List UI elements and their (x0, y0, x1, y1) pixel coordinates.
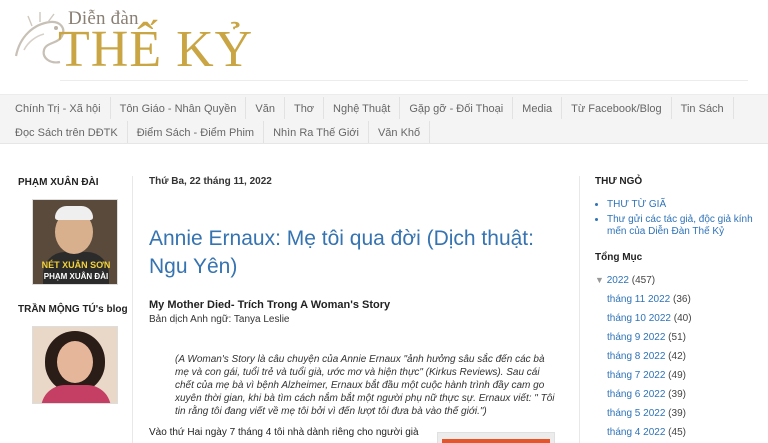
archive-month-count: (36) (673, 294, 691, 305)
archive-month-count: (39) (668, 389, 686, 400)
thu-ngo-list: THƯ TỪ GIÃ Thư gửi các tác giả, độc giả … (595, 199, 755, 238)
author-photo-tran-mong-tu[interactable] (32, 326, 118, 404)
post-title[interactable]: Annie Ernaux: Mẹ tôi qua đời (Dịch thuật… (149, 225, 564, 281)
archive-month-count: (39) (668, 408, 686, 419)
archive-month-link[interactable]: tháng 6 2022 (607, 389, 665, 400)
nav-item-tin-sach[interactable]: Tin Sách (672, 97, 734, 119)
site-header: Diễn đàn THẾ KỶ (0, 0, 768, 86)
archive-month: tháng 10 2022 (40) (607, 309, 755, 328)
nav-item-tho[interactable]: Thơ (285, 97, 325, 119)
post-subtitle: My Mother Died- Trích Trong A Woman's St… (149, 299, 391, 311)
nav-item-van[interactable]: Văn (246, 97, 285, 119)
archive-month-link[interactable]: tháng 5 2022 (607, 408, 665, 419)
archive-month-count: (40) (673, 313, 692, 324)
archive-year-2022: ▼ 2022 (457) (595, 275, 755, 286)
photo-caption-2: PHẠM XUÂN ĐÀI (43, 272, 109, 281)
logo-title[interactable]: THẾ KỶ (58, 22, 253, 78)
archive-month: tháng 6 2022 (39) (607, 385, 755, 404)
photo-hair (55, 206, 93, 220)
post-date: Thứ Ba, 22 tháng 11, 2022 (149, 176, 272, 187)
archive-month: tháng 8 2022 (42) (607, 347, 755, 366)
archive-month-link[interactable]: tháng 11 2022 (607, 294, 670, 305)
nav-row-1: Chính Trị - Xã hội Tôn Giáo - Nhân Quyền… (6, 97, 734, 121)
archive-month: tháng 7 2022 (49) (607, 366, 755, 385)
photo-face (57, 341, 93, 383)
archive-title: Tổng Mục (595, 252, 643, 263)
collapse-arrow-icon[interactable]: ▼ (595, 275, 604, 285)
nav-item-nghe-thuat[interactable]: Nghệ Thuật (324, 97, 401, 119)
nav-item-ton-giao[interactable]: Tôn Giáo - Nhân Quyền (111, 97, 247, 119)
archive-month-count: (51) (668, 332, 686, 343)
post-image-strip (442, 439, 550, 443)
archive-month-link[interactable]: tháng 10 2022 (607, 313, 671, 324)
archive-month-link[interactable]: tháng 7 2022 (607, 370, 665, 381)
thu-ngo-link-thu-tu-gia[interactable]: THƯ TỪ GIÃ (607, 199, 755, 211)
nav-item-facebook-blog[interactable]: Từ Facebook/Blog (562, 97, 672, 119)
nav-item-nhin-ra-the-gioi[interactable]: Nhìn Ra Thế Giới (264, 121, 369, 143)
column-divider-right (579, 176, 580, 443)
nav-item-gap-go[interactable]: Gặp gỡ - Đối Thoại (400, 97, 514, 119)
author-title-pham-xuan-dai: PHẠM XUÂN ĐÀI (18, 177, 99, 188)
post-main: Thứ Ba, 22 tháng 11, 2022 Annie Ernaux: … (149, 176, 564, 443)
nav-row-2: Đọc Sách trên DĐTK Điểm Sách - Điểm Phim… (6, 121, 431, 145)
post-body: Vào thứ Hai ngày 7 tháng 4 tôi nhà dành … (149, 427, 419, 438)
thu-ngo-link-thu-gui[interactable]: Thư gửi các tác giả, độc giả kính mến củ… (607, 214, 755, 238)
author-photo-pham-xuan-dai[interactable]: NÉT XUÂN SƠN PHẠM XUÂN ĐÀI (32, 199, 118, 285)
right-sidebar: THƯ NGỎ THƯ TỪ GIÃ Thư gửi các tác giả, … (595, 176, 755, 442)
column-divider-left (132, 176, 133, 443)
archive-month: tháng 11 2022 (36) (607, 290, 755, 309)
photo-body (41, 385, 111, 403)
archive-month-link[interactable]: tháng 4 2022 (607, 427, 665, 438)
left-sidebar: PHẠM XUÂN ĐÀI NÉT XUÂN SƠN PHẠM XUÂN ĐÀI… (18, 176, 128, 404)
archive-month-count: (42) (668, 351, 686, 362)
author-title-tran-mong-tu: TRẦN MỘNG TÚ's blog (18, 304, 128, 315)
archive-month-link[interactable]: tháng 9 2022 (607, 332, 665, 343)
archive-year-link[interactable]: 2022 (607, 275, 629, 286)
archive-month-count: (45) (668, 427, 686, 438)
archive-month-count: (49) (668, 370, 686, 381)
nav-item-chinh-tri[interactable]: Chính Trị - Xã hội (6, 97, 111, 119)
archive-month: tháng 4 2022 (45) (607, 423, 755, 442)
photo-caption-1: NÉT XUÂN SƠN (41, 260, 111, 270)
post-translator: Bản dịch Anh ngữ: Tanya Leslie (149, 314, 290, 325)
archive-year-count: (457) (631, 275, 656, 286)
archive-month: tháng 5 2022 (39) (607, 404, 755, 423)
nav-item-media[interactable]: Media (513, 97, 563, 119)
archive-month: tháng 9 2022 (51) (607, 328, 755, 347)
archive-months: tháng 11 2022 (36) tháng 10 2022 (40) th… (595, 290, 755, 442)
main-navigation: Chính Trị - Xã hội Tôn Giáo - Nhân Quyền… (0, 94, 768, 144)
post-image (437, 432, 555, 443)
nav-item-doc-sach[interactable]: Đọc Sách trên DĐTK (6, 121, 128, 143)
nav-item-diem-sach[interactable]: Điểm Sách - Điểm Phim (128, 121, 265, 143)
thu-ngo-title: THƯ NGỎ (595, 176, 643, 187)
archive-month-link[interactable]: tháng 8 2022 (607, 351, 665, 362)
header-divider (60, 80, 748, 81)
nav-item-van-kho[interactable]: Văn Khố (369, 121, 431, 143)
post-quote: (A Woman's Story là câu chuyện của Annie… (175, 354, 555, 417)
